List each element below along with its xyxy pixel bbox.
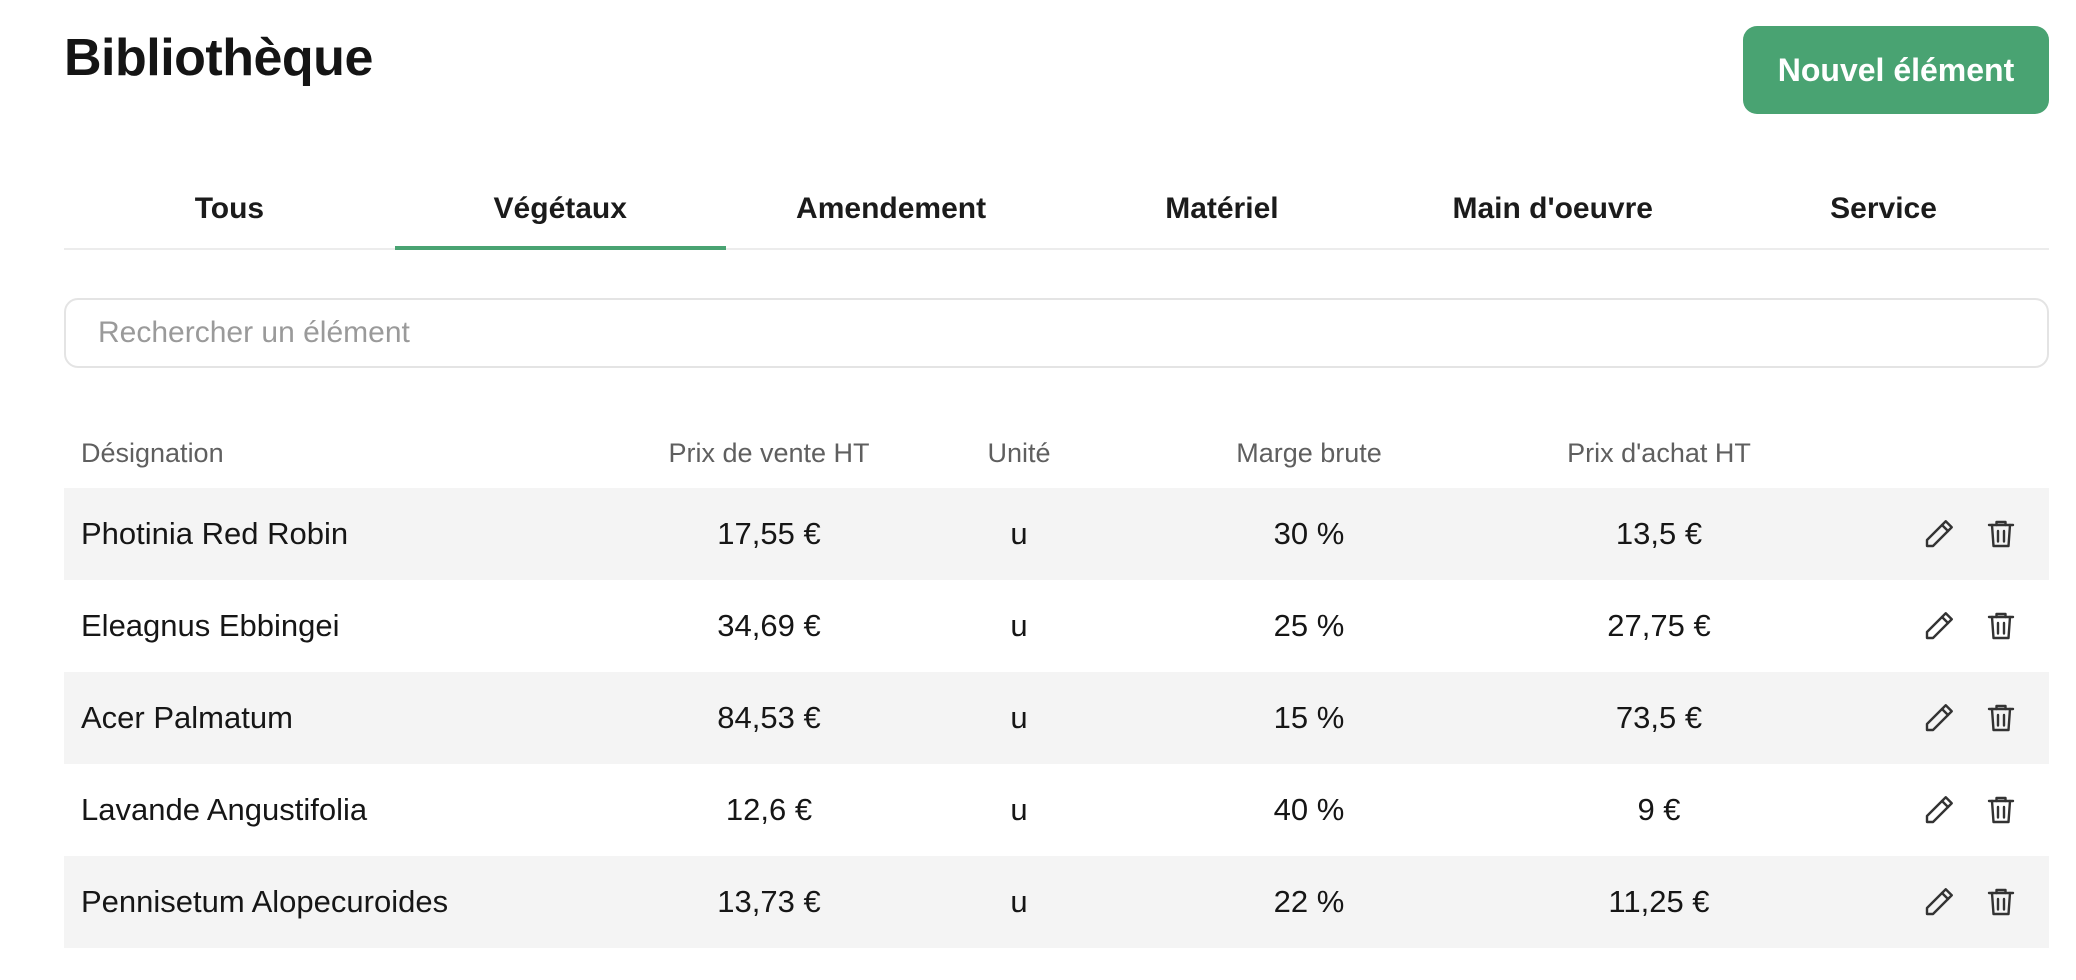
cell-sale-price: 34,69 € <box>717 608 821 643</box>
cell-designation: Acer Palmatum <box>81 700 293 735</box>
cell-unit: u <box>1010 608 1028 643</box>
table-row[interactable]: Eleagnus Ebbingei 34,69 € u 25 % 27,75 € <box>64 580 2049 672</box>
column-header-purchase-price[interactable]: Prix d'achat HT <box>1499 438 1819 469</box>
trash-icon[interactable] <box>1981 790 2021 830</box>
cell-purchase-price: 13,5 € <box>1615 516 1703 551</box>
page-title: Bibliothèque <box>64 29 373 87</box>
row-actions <box>1819 790 2049 830</box>
cell-sale-price: 17,55 € <box>717 516 821 551</box>
column-header-margin[interactable]: Marge brute <box>1119 438 1499 469</box>
tab-amendement[interactable]: Amendement <box>726 170 1057 248</box>
pencil-icon[interactable] <box>1919 698 1959 738</box>
table-row[interactable]: Acer Palmatum 84,53 € u 15 % 73,5 € <box>64 672 2049 764</box>
cell-sale-price: 13,73 € <box>717 884 821 919</box>
tab-materiel[interactable]: Matériel <box>1056 170 1387 248</box>
cell-purchase-price: 9 € <box>1637 792 1681 827</box>
trash-icon[interactable] <box>1981 514 2021 554</box>
cell-unit: u <box>1010 792 1028 827</box>
row-actions <box>1819 514 2049 554</box>
items-table: Désignation Prix de vente HT Unité Marge… <box>64 418 2049 948</box>
pencil-icon[interactable] <box>1919 606 1959 646</box>
column-header-designation[interactable]: Désignation <box>64 438 619 469</box>
column-header-sale-price[interactable]: Prix de vente HT <box>619 438 919 469</box>
cell-margin: 25 % <box>1273 608 1345 643</box>
tab-vegetaux[interactable]: Végétaux <box>394 170 726 250</box>
trash-icon[interactable] <box>1981 606 2021 646</box>
tab-tous[interactable]: Tous <box>64 170 395 248</box>
pencil-icon[interactable] <box>1919 514 1959 554</box>
cell-sale-price: 12,6 € <box>725 792 813 827</box>
table-row[interactable]: Pennisetum Alopecuroides 13,73 € u 22 % … <box>64 856 2049 948</box>
row-actions <box>1819 882 2049 922</box>
trash-icon[interactable] <box>1981 698 2021 738</box>
cell-margin: 22 % <box>1273 884 1345 919</box>
column-header-unit[interactable]: Unité <box>919 438 1119 469</box>
tab-main-doeuvre[interactable]: Main d'oeuvre <box>1387 170 1718 248</box>
cell-margin: 30 % <box>1273 516 1345 551</box>
tab-service[interactable]: Service <box>1718 170 2049 248</box>
row-actions <box>1819 698 2049 738</box>
trash-icon[interactable] <box>1981 882 2021 922</box>
cell-purchase-price: 27,75 € <box>1607 608 1711 643</box>
new-item-button[interactable]: Nouvel élément <box>1743 26 2049 114</box>
table-header: Désignation Prix de vente HT Unité Marge… <box>64 418 2049 488</box>
cell-designation: Pennisetum Alopecuroides <box>81 884 449 919</box>
cell-purchase-price: 11,25 € <box>1608 884 1710 919</box>
cell-unit: u <box>1010 884 1028 919</box>
cell-unit: u <box>1010 516 1028 551</box>
search-input[interactable] <box>64 298 2049 368</box>
table-row[interactable]: Lavande Angustifolia 12,6 € u 40 % 9 € <box>64 764 2049 856</box>
table-row[interactable]: Photinia Red Robin 17,55 € u 30 % 13,5 € <box>64 488 2049 580</box>
cell-unit: u <box>1010 700 1028 735</box>
cell-margin: 15 % <box>1273 700 1345 735</box>
cell-margin: 40 % <box>1273 792 1345 827</box>
cell-sale-price: 84,53 € <box>717 700 821 735</box>
pencil-icon[interactable] <box>1919 882 1959 922</box>
cell-purchase-price: 73,5 € <box>1615 700 1703 735</box>
category-tabs: Tous Végétaux Amendement Matériel Main d… <box>64 170 2049 250</box>
pencil-icon[interactable] <box>1919 790 1959 830</box>
cell-designation: Photinia Red Robin <box>81 516 349 551</box>
row-actions <box>1819 606 2049 646</box>
cell-designation: Eleagnus Ebbingei <box>81 608 340 643</box>
cell-designation: Lavande Angustifolia <box>81 792 368 827</box>
